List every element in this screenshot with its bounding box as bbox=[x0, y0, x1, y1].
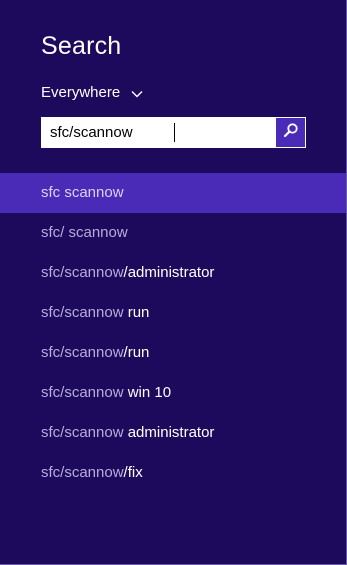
suggestion-match: sfc/scannow bbox=[41, 264, 124, 281]
search-box bbox=[41, 117, 306, 148]
suggestion-completion: administrator bbox=[123, 424, 215, 441]
suggestion-match: sfc/scannow bbox=[41, 304, 124, 321]
suggestion-match: sfc/ scannow bbox=[41, 224, 128, 241]
suggestion-completion: /fix bbox=[123, 464, 143, 481]
chevron-down-icon bbox=[131, 87, 143, 99]
suggestion-item[interactable]: sfc/scannow/administrator bbox=[0, 253, 346, 293]
suggestion-item[interactable]: sfc/scannow win 10 bbox=[0, 373, 346, 413]
search-button[interactable] bbox=[276, 118, 305, 147]
suggestion-completion: run bbox=[123, 304, 150, 321]
suggestion-item[interactable]: sfc/ scannow bbox=[0, 213, 346, 253]
search-input[interactable] bbox=[41, 117, 275, 148]
suggestion-list: sfc scannow sfc/ scannow sfc/scannow/adm… bbox=[0, 173, 346, 493]
search-title: Search bbox=[41, 32, 122, 60]
search-icon bbox=[283, 122, 299, 143]
suggestion-match: sfc/scannow bbox=[41, 464, 124, 481]
suggestion-match: sfc scannow bbox=[41, 184, 124, 201]
text-caret bbox=[174, 123, 175, 142]
suggestion-match: sfc/scannow bbox=[41, 424, 124, 441]
search-scope-dropdown[interactable]: Everywhere bbox=[41, 84, 143, 101]
suggestion-item[interactable]: sfc/scannow/fix bbox=[0, 453, 346, 493]
search-scope-label: Everywhere bbox=[41, 84, 121, 101]
suggestion-completion: /run bbox=[123, 344, 150, 361]
suggestion-item[interactable]: sfc/scannow administrator bbox=[0, 413, 346, 453]
suggestion-match: sfc/scannow bbox=[41, 384, 124, 401]
suggestion-item[interactable]: sfc scannow bbox=[0, 173, 346, 213]
suggestion-completion: win 10 bbox=[123, 384, 172, 401]
suggestion-item[interactable]: sfc/scannow run bbox=[0, 293, 346, 333]
suggestion-completion: /administrator bbox=[123, 264, 215, 281]
suggestion-match: sfc/scannow bbox=[41, 344, 124, 361]
search-pane: Search Everywhere sfc scannow sfc/ scann… bbox=[0, 0, 347, 565]
suggestion-item[interactable]: sfc/scannow/run bbox=[0, 333, 346, 373]
